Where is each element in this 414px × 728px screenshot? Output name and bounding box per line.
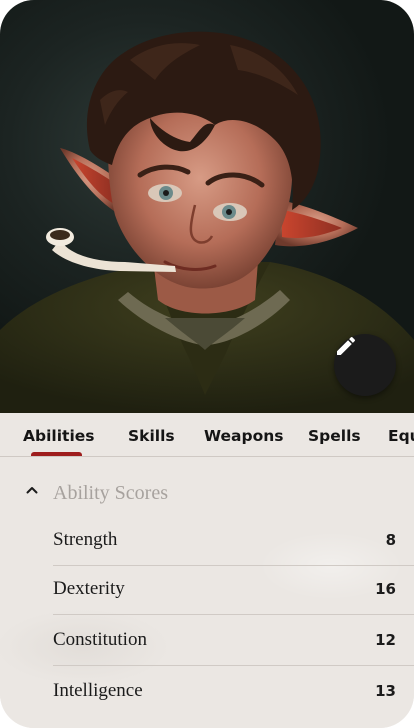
active-tab-indicator: [31, 452, 82, 456]
tab-weapons[interactable]: Weapons: [204, 427, 284, 445]
ability-row-intelligence[interactable]: Intelligence 13: [53, 667, 414, 717]
character-portrait: [0, 0, 414, 413]
ability-name: Intelligence: [53, 680, 143, 701]
ability-value: 13: [375, 682, 396, 700]
tab-skills[interactable]: Skills: [128, 427, 175, 445]
section-title: Ability Scores: [53, 482, 168, 504]
ability-row-strength[interactable]: Strength 8: [53, 516, 414, 566]
ability-value: 16: [375, 580, 396, 598]
ability-name: Dexterity: [53, 578, 125, 599]
ability-row-dexterity[interactable]: Dexterity 16: [53, 565, 414, 615]
ability-value: 8: [385, 531, 396, 549]
abilities-panel: Ability Scores Strength 8 Dexterity 16 C…: [0, 458, 414, 728]
tab-equipment[interactable]: Equ: [388, 427, 414, 445]
pencil-icon: [337, 336, 356, 355]
chevron-up-icon: [26, 487, 38, 494]
tab-abilities[interactable]: Abilities: [23, 427, 95, 445]
app-screen: Abilities Skills Weapons Spells Equ Abil…: [0, 0, 414, 728]
tab-spells[interactable]: Spells: [308, 427, 361, 445]
ability-row-constitution[interactable]: Constitution 12: [53, 616, 414, 666]
tab-bar: Abilities Skills Weapons Spells Equ: [0, 413, 414, 457]
ability-name: Constitution: [53, 629, 147, 650]
ability-value: 12: [375, 631, 396, 649]
ability-name: Strength: [53, 529, 118, 550]
edit-portrait-button[interactable]: [334, 334, 396, 396]
